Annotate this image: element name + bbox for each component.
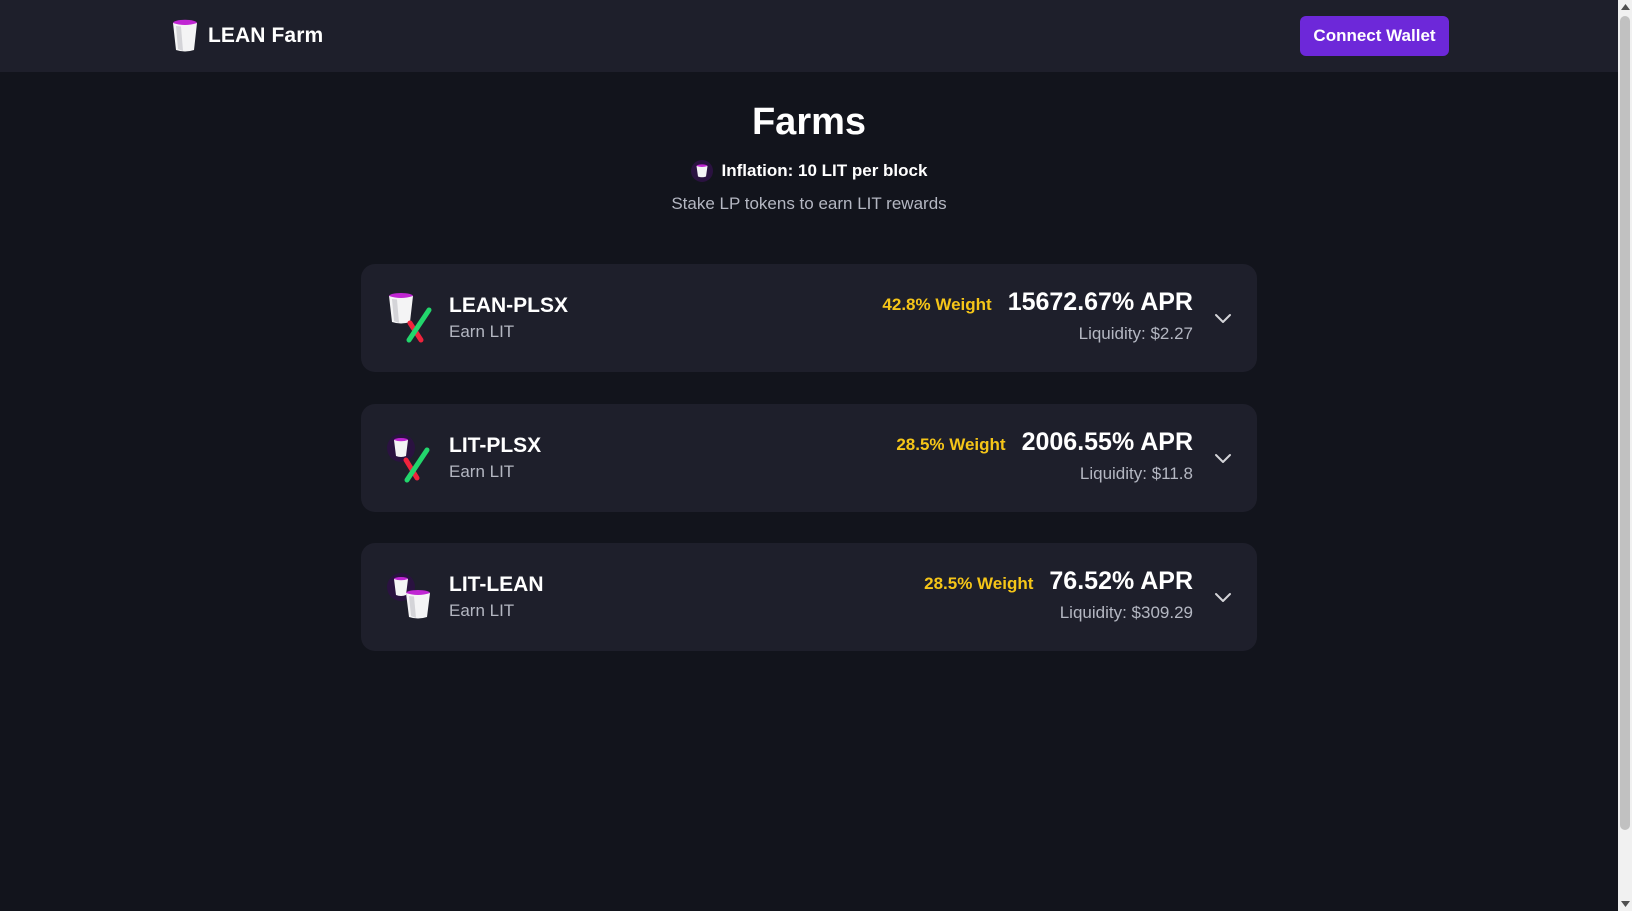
farm-earn-label: Earn LIT <box>449 322 515 341</box>
farm-weight: 28.5% Weight <box>896 435 1006 454</box>
scroll-up-arrow-icon[interactable] <box>1618 0 1632 14</box>
chevron-down-icon[interactable] <box>1213 448 1233 468</box>
farm-liquidity: Liquidity: $309.29 <box>1059 603 1193 622</box>
farm-apr: 76.52% APR <box>1049 567 1193 595</box>
scrollbar-thumb[interactable] <box>1620 16 1630 830</box>
inflation-info: Inflation: 10 LIT per block <box>0 160 1618 182</box>
lit-plsx-pair-icon <box>387 434 430 483</box>
connect-wallet-button[interactable]: Connect Wallet <box>1300 16 1449 56</box>
lit-lean-pair-icon <box>387 573 430 619</box>
farm-name: LIT-PLSX <box>449 434 542 457</box>
page: LEAN Farm Connect Wallet Farms Inflation… <box>0 0 1618 911</box>
farm-card-lit-plsx[interactable]: LIT-PLSX Earn LIT 28.5% Weight 2006.55% … <box>361 404 1257 512</box>
farm-earn-label: Earn LIT <box>449 462 515 481</box>
farm-liquidity: Liquidity: $2.27 <box>1078 324 1193 343</box>
chevron-down-icon[interactable] <box>1213 308 1233 328</box>
farm-apr: 2006.55% APR <box>1021 428 1193 456</box>
brand[interactable]: LEAN Farm <box>172 19 323 53</box>
lit-token-icon <box>690 160 713 182</box>
farm-weight: 42.8% Weight <box>882 295 992 314</box>
chevron-down-icon[interactable] <box>1213 587 1233 607</box>
inflation-text: Inflation: 10 LIT per block <box>721 161 928 180</box>
brand-name: LEAN Farm <box>208 24 324 47</box>
scroll-down-arrow-icon[interactable] <box>1618 897 1632 911</box>
farm-name: LIT-LEAN <box>449 573 544 596</box>
page-title: Farms <box>751 101 867 143</box>
farm-weight: 28.5% Weight <box>924 574 1034 593</box>
farm-card-lit-lean[interactable]: LIT-LEAN Earn LIT 28.5% Weight 76.52% AP… <box>361 543 1257 651</box>
lean-plsx-pair-icon <box>389 293 432 343</box>
farm-stats: 28.5% Weight 76.52% APR Liquidity: $309.… <box>924 567 1193 623</box>
farm-stats: 42.8% Weight 15672.67% APR Liquidity: $2… <box>882 288 1193 344</box>
top-navigation-bar: LEAN Farm Connect Wallet <box>0 0 1618 72</box>
lean-cup-logo-icon <box>173 19 197 52</box>
vertical-scrollbar[interactable] <box>1618 0 1632 911</box>
farm-name: LEAN-PLSX <box>449 294 569 317</box>
farm-stats: 28.5% Weight 2006.55% APR Liquidity: $11… <box>896 428 1193 484</box>
farm-apr: 15672.67% APR <box>1007 288 1193 316</box>
farm-liquidity: Liquidity: $11.8 <box>1079 464 1193 483</box>
farm-card-lean-plsx[interactable]: LEAN-PLSX Earn LIT 42.8% Weight 15672.67… <box>361 264 1257 372</box>
farm-earn-label: Earn LIT <box>449 601 515 620</box>
page-subtitle: Stake LP tokens to earn LIT rewards <box>671 194 947 213</box>
